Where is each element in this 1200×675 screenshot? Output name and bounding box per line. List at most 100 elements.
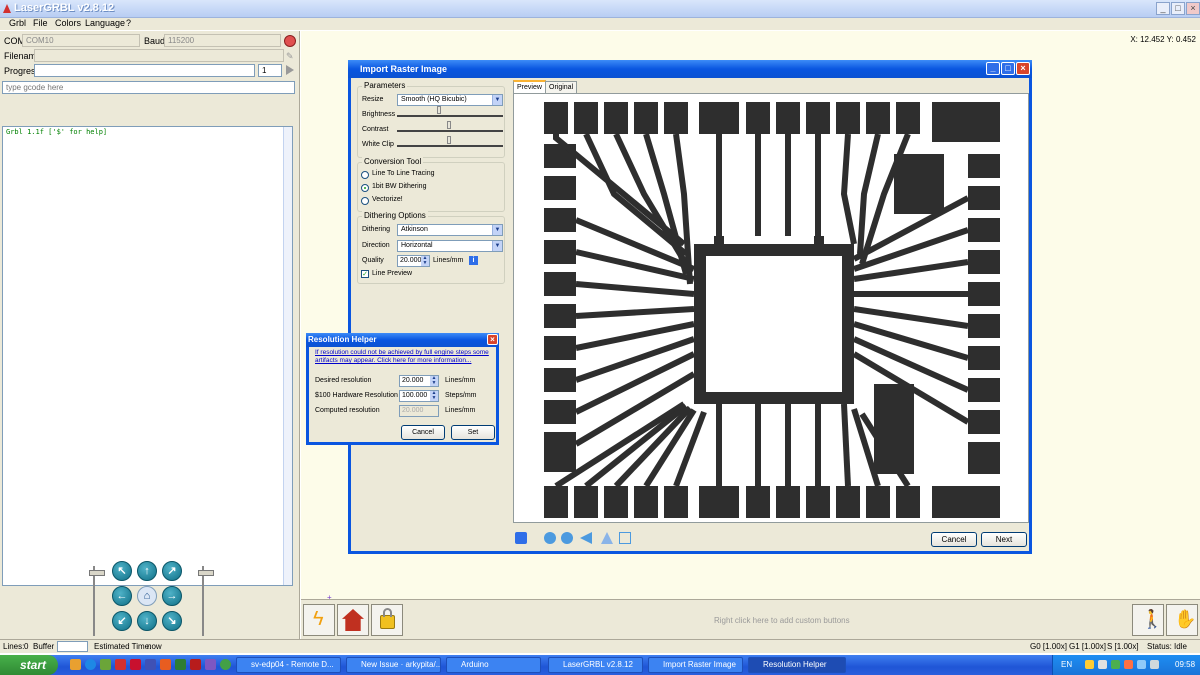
s-override[interactable]: S [1.00x] — [1107, 642, 1139, 651]
menu-file[interactable]: File — [33, 18, 48, 28]
dithering-select[interactable]: Atkinson ▼ — [397, 224, 503, 236]
menu-grbl[interactable]: Grbl — [9, 18, 26, 28]
helper-info-link[interactable]: If resolution could not be achieved by f… — [315, 349, 499, 365]
spinner-icon[interactable]: ▲ ▼ — [430, 391, 438, 401]
flip-vertical-icon[interactable] — [601, 532, 613, 544]
radio-vectorize-label[interactable]: Vectorize! — [372, 196, 403, 203]
task-import-raster[interactable]: Import Raster Image — [648, 657, 743, 673]
dialog-close-button[interactable]: × — [1016, 62, 1030, 75]
unlock-button[interactable] — [371, 604, 403, 636]
quicklaunch-pdf-icon[interactable] — [190, 659, 201, 670]
contrast-thumb[interactable] — [447, 121, 451, 129]
task-resolution-helper[interactable]: Resolution Helper — [748, 657, 846, 673]
brightness-slider[interactable] — [397, 106, 503, 117]
quicklaunch-app-icon[interactable] — [100, 659, 111, 670]
com-select[interactable]: COM10 — [22, 34, 140, 47]
stop-button[interactable]: ✋ — [1166, 604, 1198, 636]
quicklaunch-misc-icon[interactable] — [205, 659, 216, 670]
tray-misc-icon[interactable] — [1150, 660, 1159, 669]
quicklaunch-chrome-icon[interactable] — [175, 659, 186, 670]
jog-home-icon[interactable]: ⌂ — [137, 586, 157, 606]
task-github-issue[interactable]: New Issue · arkypita/... — [346, 657, 441, 673]
radio-bw-dithering[interactable] — [361, 184, 369, 192]
radio-line-tracing-label[interactable]: Line To Line Tracing — [372, 170, 435, 177]
quicklaunch-chrome2-icon[interactable] — [220, 659, 231, 670]
flip-horizontal-icon[interactable] — [580, 532, 592, 544]
tray-network-icon[interactable] — [1085, 660, 1094, 669]
g0-override[interactable]: G0 [1.00x] — [1030, 642, 1067, 651]
speed-slider-left[interactable] — [89, 566, 105, 636]
walk-button[interactable]: 🚶 — [1132, 604, 1164, 636]
tab-preview[interactable]: Preview — [513, 80, 546, 93]
g1-override[interactable]: G1 [1.00x] — [1069, 642, 1106, 651]
tray-update-icon[interactable] — [1124, 660, 1133, 669]
quicklaunch-tool-icon[interactable] — [145, 659, 156, 670]
jog-down-icon[interactable]: ↓ — [137, 611, 157, 631]
language-indicator[interactable]: EN — [1061, 660, 1072, 669]
tray-volume-icon[interactable] — [1098, 660, 1107, 669]
menu-language[interactable]: Language — [85, 18, 125, 28]
hardware-resolution-input[interactable]: 100.000 ▲ ▼ — [399, 390, 439, 402]
crop-icon[interactable] — [619, 532, 631, 544]
custom-buttons-bar[interactable]: ϟ Right click here to add custom buttons… — [301, 599, 1200, 639]
dialog-minimize-button[interactable]: _ — [986, 62, 1000, 75]
close-button[interactable]: × — [1186, 2, 1200, 15]
rotate-right-icon[interactable] — [561, 532, 573, 544]
run-icon[interactable] — [286, 65, 294, 75]
jog-up-left-icon[interactable]: ↖ — [112, 561, 132, 581]
import-cancel-button[interactable]: Cancel — [931, 532, 977, 547]
quality-input[interactable]: 20.000 ▲ ▼ — [397, 255, 430, 267]
line-preview-checkbox[interactable]: ✓ — [361, 270, 369, 278]
speed-slider-right[interactable] — [198, 566, 214, 636]
slider-knob[interactable] — [89, 570, 105, 576]
spinner-icon[interactable]: ▲ ▼ — [421, 256, 429, 266]
whiteclip-slider[interactable] — [397, 136, 503, 147]
quicklaunch-firefox-icon[interactable] — [160, 659, 171, 670]
quicklaunch-ie-icon[interactable] — [85, 659, 96, 670]
helper-set-button[interactable]: Set — [451, 425, 495, 440]
jog-left-icon[interactable]: ← — [112, 586, 132, 606]
radio-vectorize[interactable] — [361, 197, 369, 205]
rotate-left-icon[interactable] — [544, 532, 556, 544]
jog-down-left-icon[interactable]: ↙ — [112, 611, 132, 631]
radio-line-tracing[interactable] — [361, 171, 369, 179]
tray-security-icon[interactable] — [1111, 660, 1120, 669]
menu-colors[interactable]: Colors — [55, 18, 81, 28]
maximize-button[interactable]: □ — [1171, 2, 1185, 15]
task-arduino[interactable]: Arduino — [446, 657, 541, 673]
contrast-slider[interactable] — [397, 121, 503, 132]
filename-field[interactable] — [34, 49, 284, 62]
task-lasergrbl[interactable]: LaserGRBL v2.8.12 — [548, 657, 643, 673]
spinner-icon[interactable]: ▲ ▼ — [430, 376, 438, 386]
slider-knob[interactable] — [198, 570, 214, 576]
rotate-icon[interactable] — [515, 532, 527, 544]
tray-display-icon[interactable] — [1137, 660, 1146, 669]
desired-resolution-input[interactable]: 20.000 ▲ ▼ — [399, 375, 439, 387]
jog-down-right-icon[interactable]: ↘ — [162, 611, 182, 631]
jog-right-icon[interactable]: → — [162, 586, 182, 606]
dialog-maximize-button[interactable]: □ — [1001, 62, 1015, 75]
quicklaunch-media-icon[interactable] — [115, 659, 126, 670]
info-icon[interactable]: i — [469, 256, 478, 265]
laser-fire-button[interactable]: ϟ — [303, 604, 335, 636]
homing-button[interactable] — [337, 604, 369, 636]
line-preview-label[interactable]: Line Preview — [372, 270, 412, 277]
progress-counter[interactable]: 1 — [258, 64, 282, 77]
brightness-thumb[interactable] — [437, 106, 441, 114]
menu-help[interactable]: ? — [126, 18, 131, 28]
disconnect-icon[interactable] — [284, 35, 296, 47]
open-file-icon[interactable]: ✎ — [286, 51, 294, 62]
direction-select[interactable]: Horizontal ▼ — [397, 240, 503, 252]
gcode-input[interactable] — [2, 81, 295, 94]
helper-close-button[interactable]: × — [487, 334, 498, 345]
tab-original[interactable]: Original — [545, 81, 578, 93]
minimize-button[interactable]: _ — [1156, 2, 1170, 15]
start-button[interactable]: start — [0, 655, 58, 675]
console-scrollbar[interactable] — [283, 127, 292, 585]
jog-up-icon[interactable]: ↑ — [137, 561, 157, 581]
resize-select[interactable]: Smooth (HQ Bicubic) ▼ — [397, 94, 503, 106]
whiteclip-thumb[interactable] — [447, 136, 451, 144]
import-next-button[interactable]: Next — [981, 532, 1027, 547]
helper-cancel-button[interactable]: Cancel — [401, 425, 445, 440]
radio-bw-dithering-label[interactable]: 1bit BW Dithering — [372, 183, 426, 190]
